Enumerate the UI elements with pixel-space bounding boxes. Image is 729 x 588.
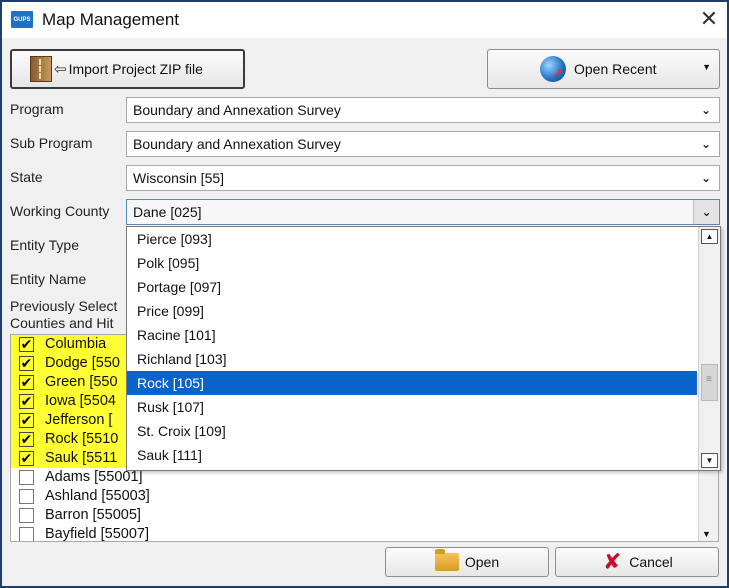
chevron-down-icon[interactable]: ⌄ (693, 200, 719, 224)
county-item-label: Columbia (45, 336, 107, 352)
dropdown-option[interactable]: Sauk [111] (127, 443, 697, 467)
checkbox[interactable] (19, 470, 34, 485)
county-item-label: Iowa [5504 (45, 393, 116, 409)
dropdown-option[interactable]: Richland [103] (127, 347, 697, 371)
subprogram-value: Boundary and Annexation Survey (133, 136, 341, 152)
dropdown-option[interactable]: Polk [095] (127, 251, 697, 275)
entity-type-label: Entity Type (10, 237, 80, 253)
county-list-item[interactable]: ✔ Dodge [550 (11, 354, 129, 373)
county-list-item[interactable]: ✔ Rock [5510 (11, 430, 129, 449)
dropdown-option[interactable]: Price [099] (127, 299, 697, 323)
dropdown-items: Pierce [093] Polk [095] Portage [097] Price… (127, 227, 720, 467)
cancel-button-label: Cancel (629, 554, 673, 570)
checkbox[interactable] (19, 508, 34, 523)
checkbox[interactable]: ✔ (19, 451, 34, 466)
scroll-thumb[interactable] (701, 364, 718, 401)
cancel-button[interactable]: ✘ Cancel (555, 547, 719, 577)
county-list-item[interactable]: ✔ Iowa [5504 (11, 392, 129, 411)
import-zip-button[interactable]: ⇦ Import Project ZIP file (10, 49, 245, 89)
checkbox[interactable]: ✔ (19, 375, 34, 390)
zip-file-icon (30, 56, 52, 82)
county-item-label: Ashland [55003] (45, 488, 150, 504)
county-list-item[interactable]: Barron [55005] (11, 506, 718, 525)
folder-icon (434, 549, 459, 571)
county-list-item[interactable]: Bayfield [55007] (11, 525, 718, 542)
county-list-item[interactable]: ✔ Sauk [5511 (11, 449, 129, 468)
dropdown-arrow-icon[interactable]: ▼ (702, 62, 711, 72)
open-button-label: Open (464, 554, 500, 570)
checkbox[interactable]: ✔ (19, 394, 34, 409)
previously-selected-line1: Previously Select (10, 298, 118, 314)
county-list-item[interactable]: ✔ Jefferson [ (11, 411, 129, 430)
open-recent-button[interactable]: Open Recent ▼ (487, 49, 720, 89)
app-icon: GUPS (11, 11, 33, 28)
subprogram-select[interactable]: Boundary and Annexation Survey ⌄ (126, 131, 720, 157)
county-item-label: Green [550 (45, 374, 118, 390)
open-button[interactable]: Open (385, 547, 549, 577)
dropdown-option[interactable]: St. Croix [109] (127, 419, 697, 443)
checkbox[interactable] (19, 527, 34, 541)
county-list-item[interactable]: ✔ Columbia (11, 335, 129, 354)
open-recent-label: Open Recent (574, 61, 657, 77)
previously-selected-line2: Counties and Hit (10, 315, 114, 331)
program-select[interactable]: Boundary and Annexation Survey ⌄ (126, 97, 720, 123)
dropdown-option[interactable]: Portage [097] (127, 275, 697, 299)
chevron-down-icon[interactable]: ⌄ (693, 98, 719, 122)
state-value: Wisconsin [55] (133, 170, 225, 186)
county-item-label: Dodge [550 (45, 355, 120, 371)
county-list-item[interactable]: ✔ Green [550 (11, 373, 129, 392)
subprogram-label: Sub Program (10, 135, 93, 151)
checkbox[interactable]: ✔ (19, 337, 34, 352)
close-icon[interactable]: ✕ (696, 6, 722, 32)
county-item-label: Barron [55005] (45, 507, 141, 523)
dialog-body: ⇦ Import Project ZIP file Open Recent ▼ … (2, 38, 727, 586)
previously-selected-label: Previously Select Counties and Hit (10, 298, 128, 332)
title-bar: GUPS Map Management ✕ (2, 2, 727, 38)
chevron-down-icon[interactable]: ⌄ (693, 166, 719, 190)
import-button-label: Import Project ZIP file (68, 61, 203, 77)
scroll-down-icon[interactable]: ▼ (701, 453, 718, 468)
chevron-down-icon[interactable]: ⌄ (693, 132, 719, 156)
cancel-x-icon: ✘ (602, 549, 622, 574)
checkbox[interactable]: ✔ (19, 432, 34, 447)
state-select[interactable]: Wisconsin [55] ⌄ (126, 165, 720, 191)
program-value: Boundary and Annexation Survey (133, 102, 341, 118)
checkbox[interactable]: ✔ (19, 356, 34, 371)
dropdown-option[interactable]: Racine [101] (127, 323, 697, 347)
working-county-dropdown[interactable]: Pierce [093] Polk [095] Portage [097] Price… (126, 226, 721, 471)
checkbox[interactable]: ✔ (19, 413, 34, 428)
county-item-label: Sauk [5511 (45, 450, 118, 466)
state-label: State (10, 169, 43, 185)
globe-icon (540, 56, 566, 82)
window-title: Map Management (42, 10, 180, 29)
working-county-value: Dane [025] (133, 204, 202, 220)
county-list-item[interactable]: Ashland [55003] (11, 487, 718, 506)
dropdown-option[interactable]: Rusk [107] (127, 395, 697, 419)
working-county-select[interactable]: Dane [025] ⌄ (126, 199, 720, 225)
dropdown-option[interactable]: Rock [105] (127, 371, 697, 395)
entity-name-label: Entity Name (10, 271, 87, 287)
county-item-label: Bayfield [55007] (45, 526, 149, 542)
program-label: Program (10, 101, 64, 117)
county-item-label: Adams [55001] (45, 469, 143, 485)
checkbox[interactable] (19, 489, 34, 504)
scroll-up-icon[interactable]: ▲ (701, 229, 718, 244)
dropdown-scrollbar[interactable]: ▲ ▼ (698, 227, 720, 470)
map-management-window: GUPS Map Management ✕ ⇦ Import Project Z… (0, 0, 729, 588)
arrow-left-icon: ⇦ (54, 61, 67, 78)
working-county-label: Working County (10, 203, 110, 219)
scroll-down-icon[interactable]: ▼ (702, 529, 711, 539)
county-item-label: Jefferson [ (45, 412, 113, 428)
dropdown-option[interactable]: Pierce [093] (127, 227, 697, 251)
county-item-label: Rock [5510 (45, 431, 119, 447)
